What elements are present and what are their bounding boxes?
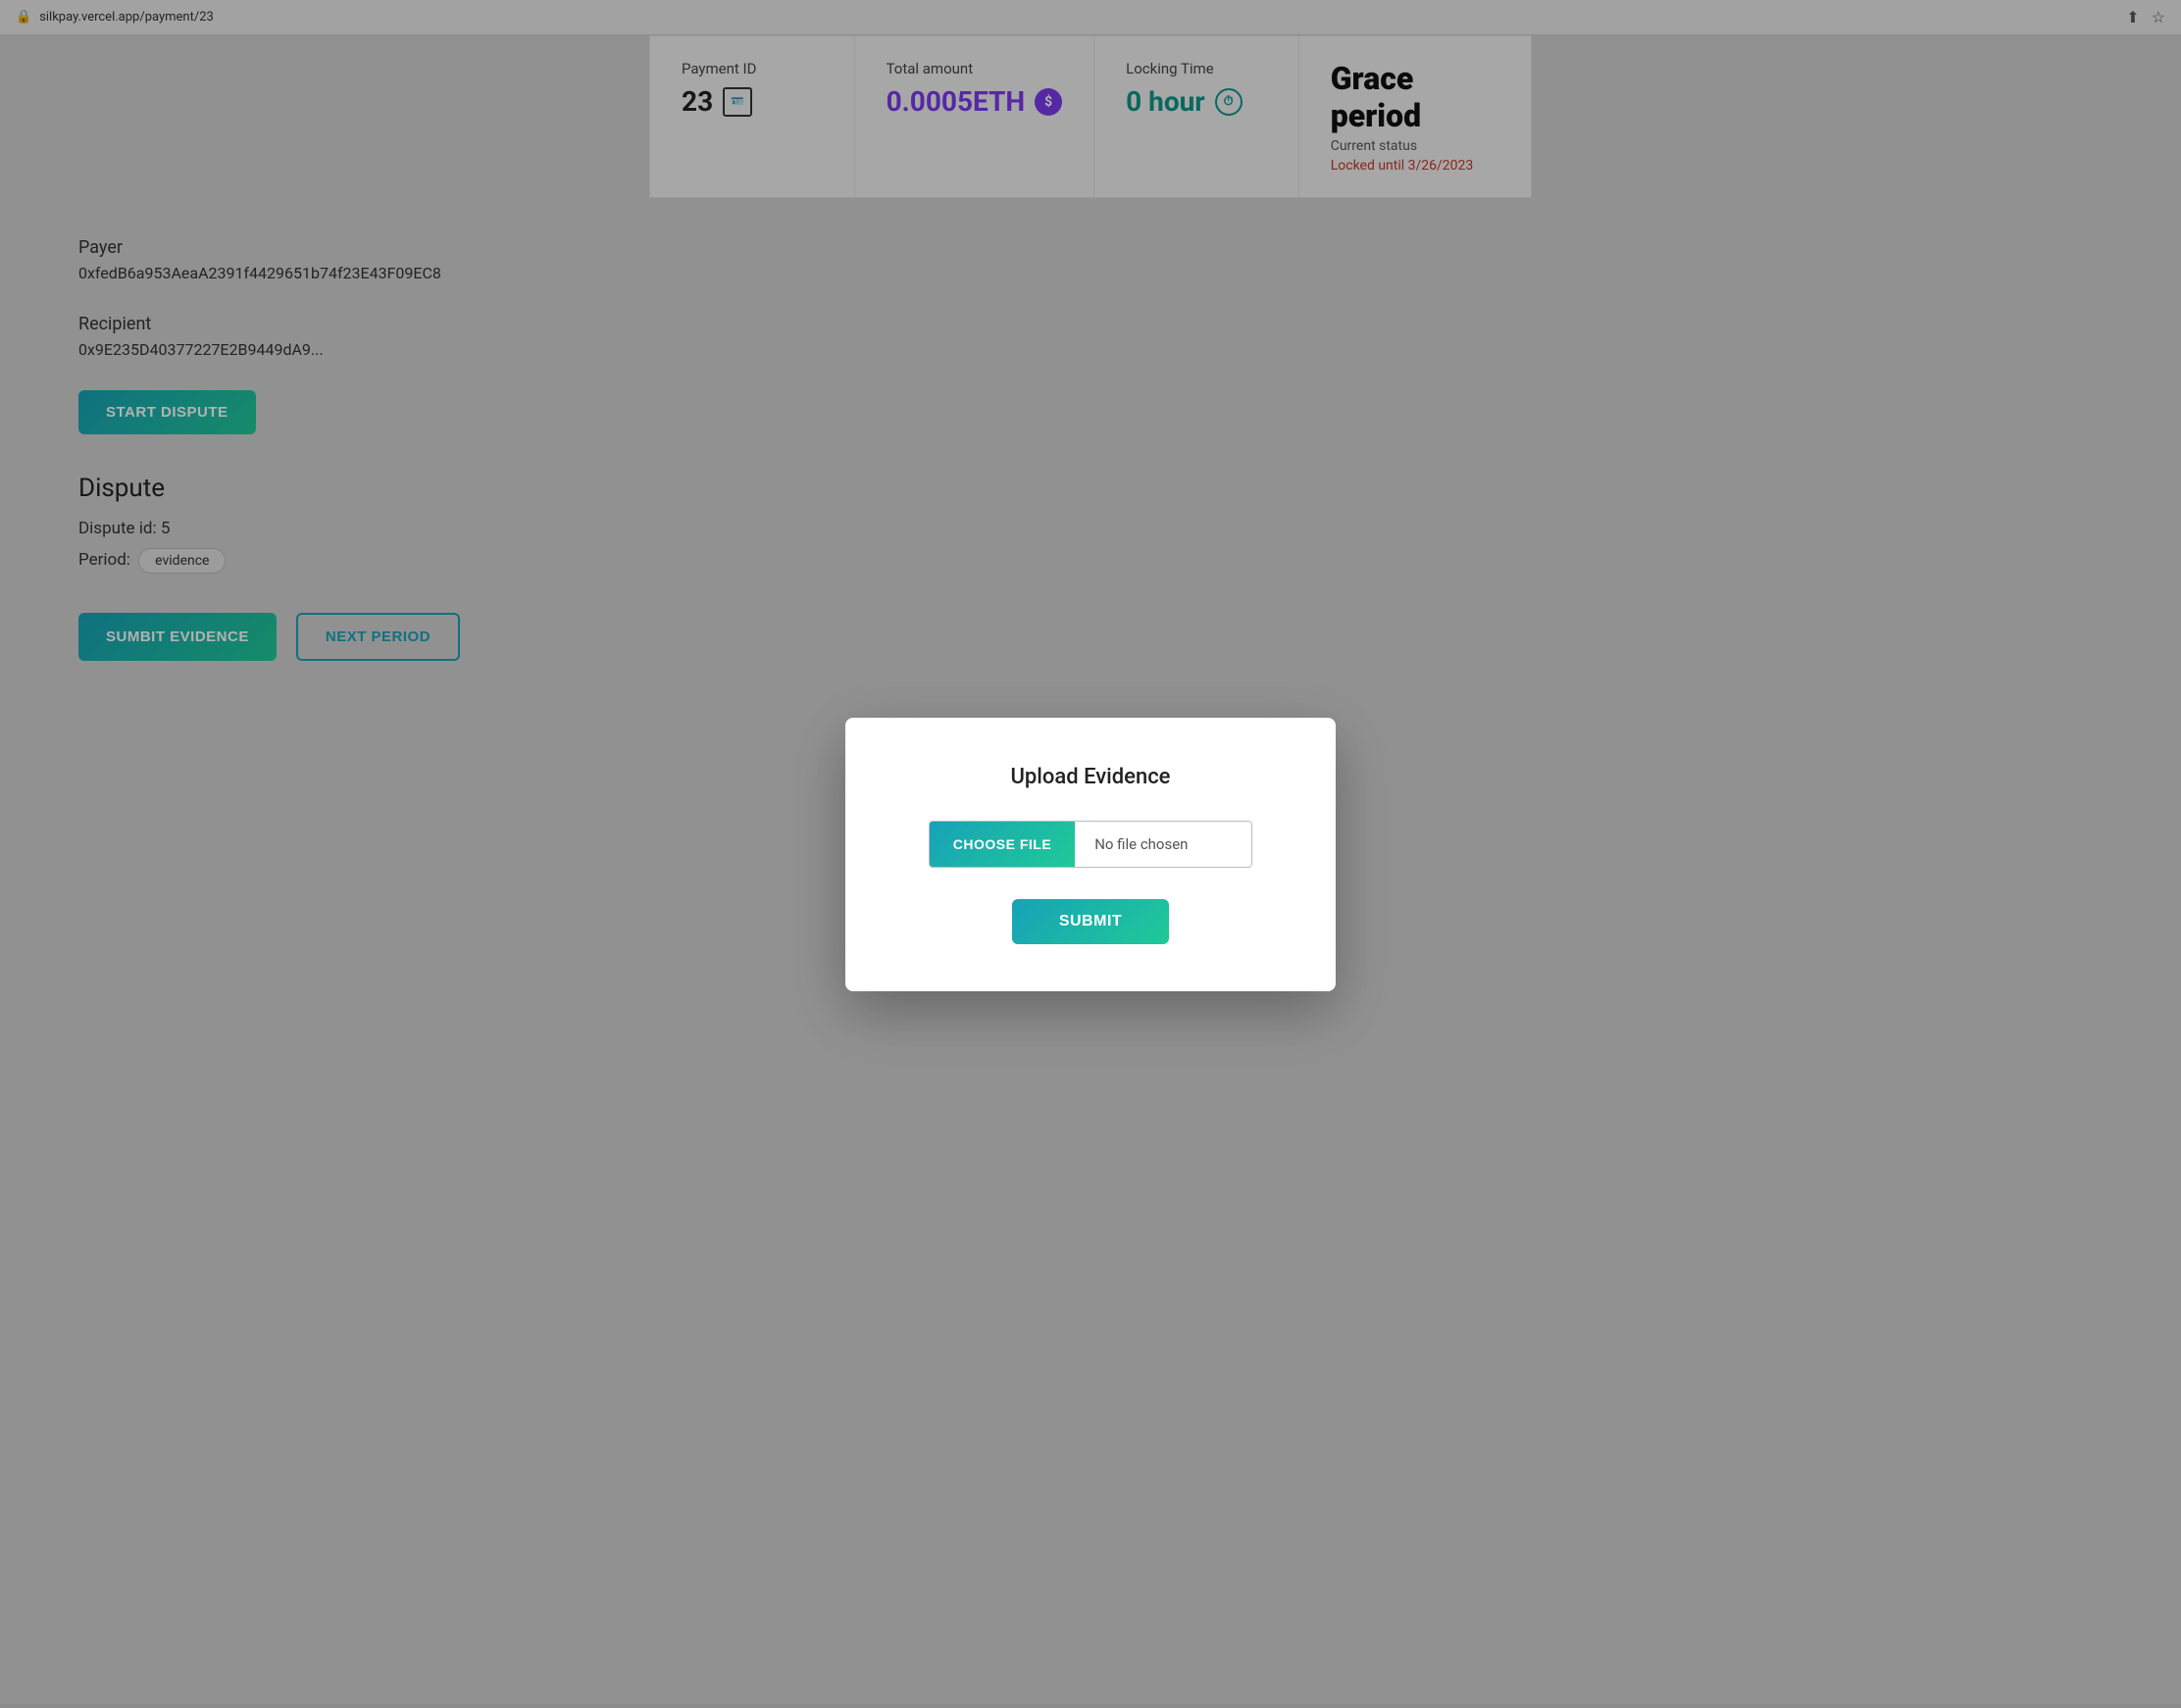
file-input-row: CHOOSE FILE No file chosen — [929, 821, 1252, 868]
modal-title: Upload Evidence — [1011, 765, 1171, 789]
page: Payment ID 23 🪪 Total amount 0.0005ETH $… — [0, 35, 2181, 1704]
upload-evidence-modal: Upload Evidence CHOOSE FILE No file chos… — [845, 718, 1336, 991]
file-name-display: No file chosen — [1075, 822, 1251, 867]
choose-file-button[interactable]: CHOOSE FILE — [930, 822, 1075, 867]
modal-overlay[interactable]: Upload Evidence CHOOSE FILE No file chos… — [0, 0, 2181, 1708]
submit-button[interactable]: SUBMIT — [1012, 899, 1169, 944]
